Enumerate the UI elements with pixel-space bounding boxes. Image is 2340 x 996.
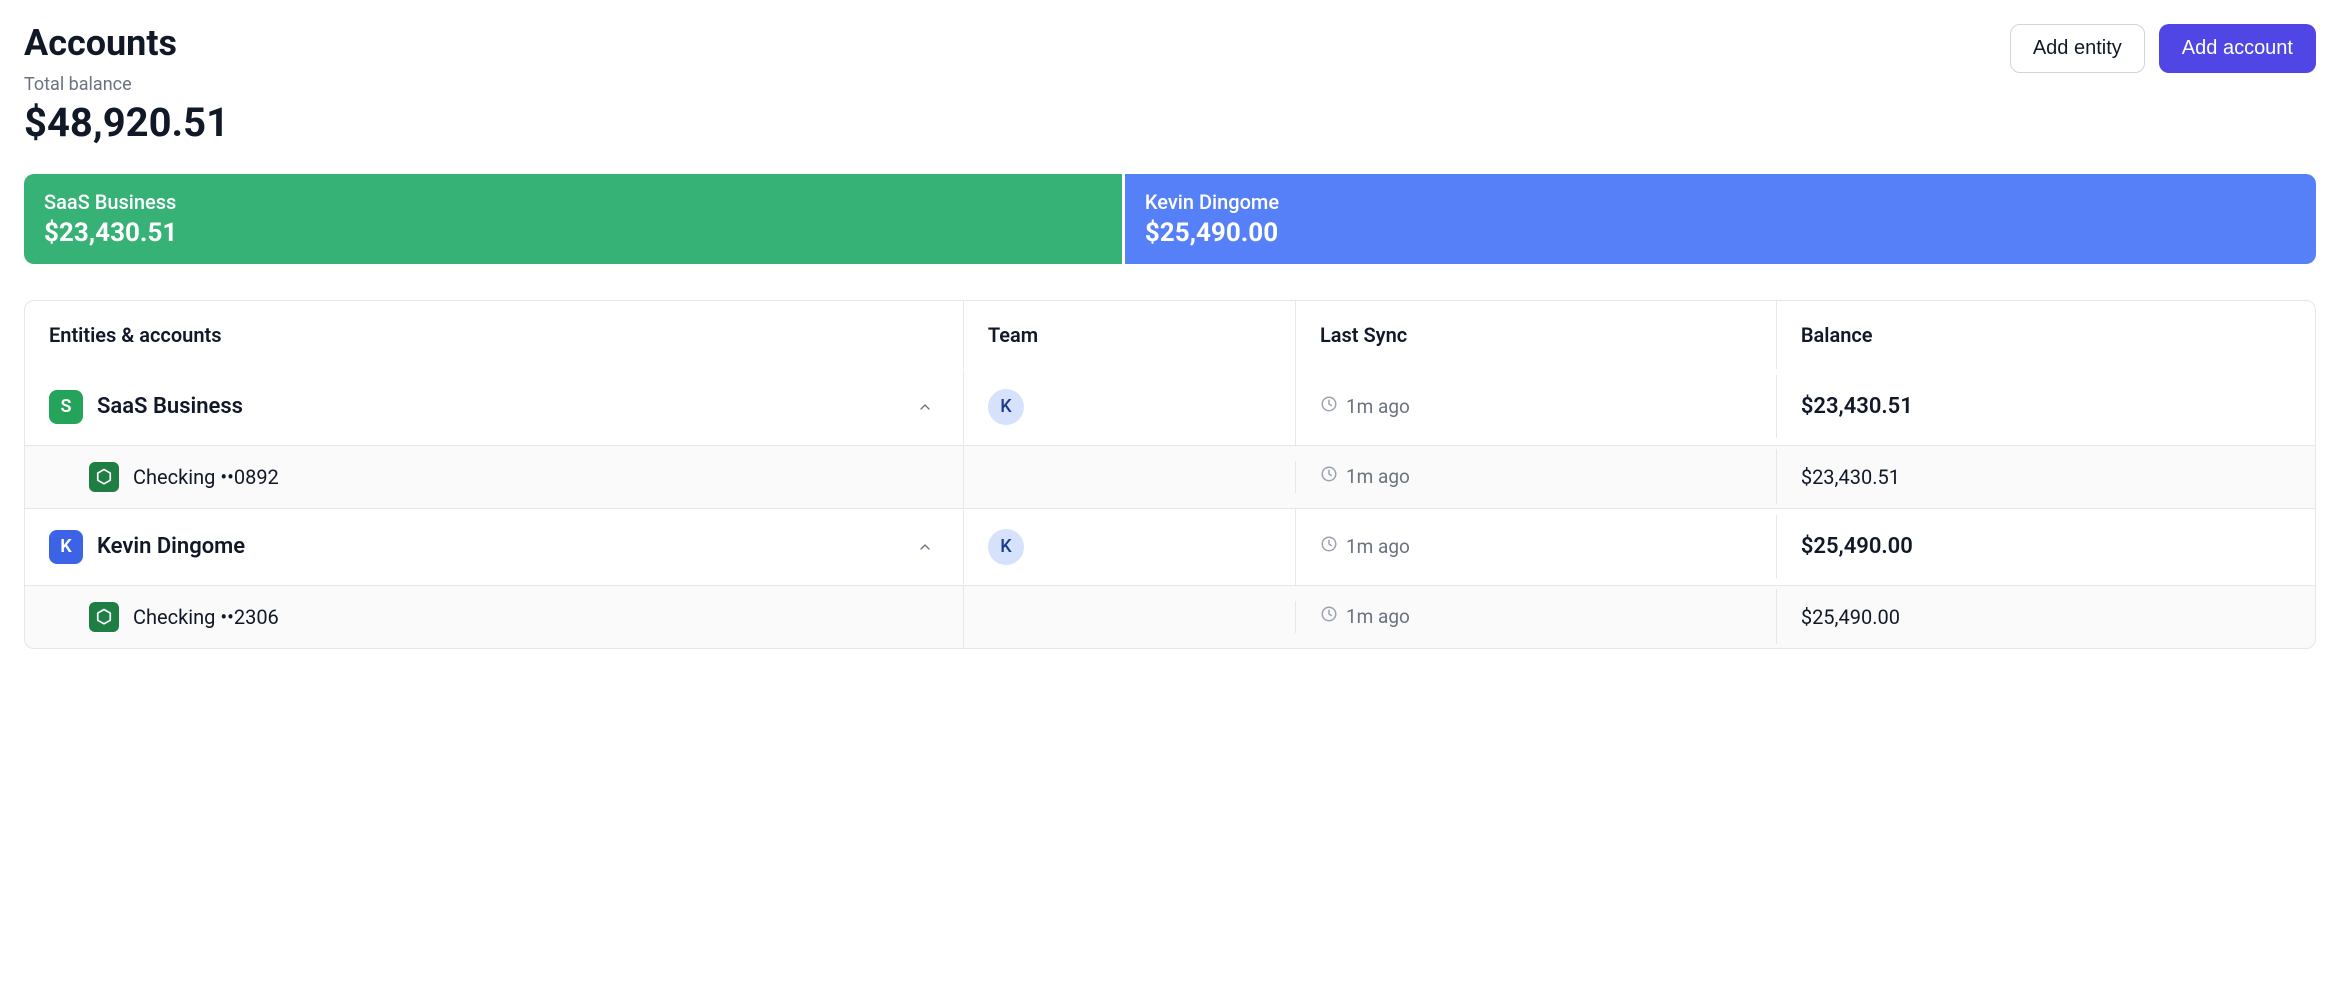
balance-bar-segment-name: SaaS Business	[44, 190, 1102, 214]
balance-bar-segment[interactable]: Kevin Dingome $25,490.00	[1122, 174, 2316, 264]
last-sync: 1m ago	[1320, 535, 1410, 558]
col-header-entities: Entities & accounts	[25, 301, 964, 369]
table-row[interactable]: S SaaS Business K 1m ago $23,430.51	[25, 369, 2315, 445]
balance-bar-segment-amount: $23,430.51	[44, 218, 1102, 248]
clock-icon	[1320, 605, 1338, 628]
last-sync: 1m ago	[1320, 465, 1410, 488]
account-name: Checking ••0892	[133, 465, 279, 489]
balance-bar-segment-name: Kevin Dingome	[1145, 190, 2296, 214]
account-name: Checking ••2306	[133, 605, 279, 629]
add-entity-button[interactable]: Add entity	[2010, 24, 2145, 73]
entity-balance: $25,490.00	[1801, 534, 1913, 559]
entity-name: SaaS Business	[97, 394, 243, 419]
account-balance: $23,430.51	[1801, 465, 1900, 489]
page-title: Accounts	[24, 24, 229, 64]
total-balance-label: Total balance	[24, 74, 229, 95]
accounts-table: Entities & accounts Team Last Sync Balan…	[24, 300, 2316, 649]
add-account-button[interactable]: Add account	[2159, 24, 2316, 73]
bank-icon	[89, 602, 119, 632]
col-header-balance: Balance	[1777, 301, 2315, 369]
balance-bar: SaaS Business $23,430.51 Kevin Dingome $25,…	[24, 174, 2316, 264]
account-balance: $25,490.00	[1801, 605, 1900, 629]
col-header-team: Team	[964, 301, 1296, 369]
entity-badge: K	[49, 530, 83, 564]
table-row[interactable]: Checking ••0892 1m ago $23,430.51	[25, 445, 2315, 508]
entity-name: Kevin Dingome	[97, 534, 245, 559]
table-row[interactable]: Checking ••2306 1m ago $25,490.00	[25, 585, 2315, 648]
clock-icon	[1320, 395, 1338, 418]
table-row[interactable]: K Kevin Dingome K 1m ago $25,490.00	[25, 508, 2315, 585]
chevron-up-icon[interactable]	[911, 393, 939, 421]
clock-icon	[1320, 465, 1338, 488]
bank-icon	[89, 462, 119, 492]
balance-bar-segment-amount: $25,490.00	[1145, 218, 2296, 248]
last-sync: 1m ago	[1320, 395, 1410, 418]
clock-icon	[1320, 535, 1338, 558]
entity-balance: $23,430.51	[1801, 394, 1913, 419]
total-balance-value: $48,920.51	[24, 99, 229, 146]
balance-bar-segment[interactable]: SaaS Business $23,430.51	[24, 174, 1122, 264]
last-sync: 1m ago	[1320, 605, 1410, 628]
entity-badge: S	[49, 390, 83, 424]
chevron-up-icon[interactable]	[911, 533, 939, 561]
team-avatar[interactable]: K	[988, 389, 1024, 425]
team-avatar[interactable]: K	[988, 529, 1024, 565]
col-header-last-sync: Last Sync	[1296, 301, 1777, 369]
